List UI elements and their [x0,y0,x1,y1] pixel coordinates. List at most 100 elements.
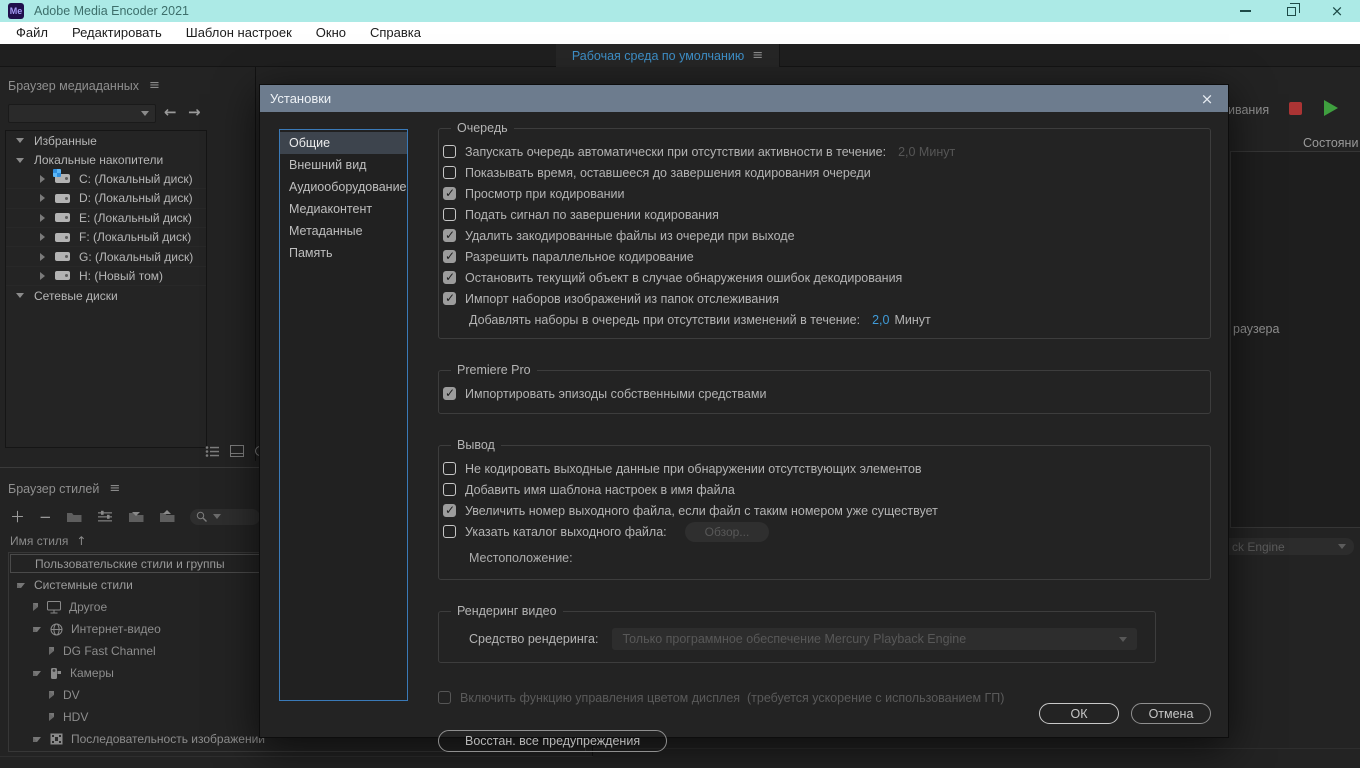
category-memory[interactable]: Память [280,242,407,264]
checkbox[interactable] [443,292,456,305]
stop-queue-button[interactable] [1289,102,1302,115]
app-titlebar: Me Adobe Media Encoder 2021 × [0,0,1360,22]
category-appearance[interactable]: Внешний вид [280,154,407,176]
new-group-icon[interactable] [66,510,83,523]
media-browser-path-dropdown[interactable] [8,104,156,123]
checkbox[interactable] [443,145,456,158]
chevron-right-icon [33,603,38,611]
checkbox[interactable] [443,504,456,517]
category-audio-hardware[interactable]: Аудиооборудование [280,176,407,198]
tree-item-drive-g[interactable]: G: (Локальный диск) [6,247,206,266]
checkbox-row-parallel-encoding[interactable]: Разрешить параллельное кодирование [443,246,1200,267]
checkbox-row-append-preset-name[interactable]: Добавить имя шаблона настроек в имя файл… [443,479,1200,500]
preset-item-label: Последовательность изображений [71,732,265,746]
checkbox[interactable] [443,525,456,538]
checkbox[interactable] [443,187,456,200]
import-preset-icon[interactable] [128,510,145,523]
checkbox-row-preview-while-encoding[interactable]: Просмотр при кодировании [443,183,1200,204]
column-header-label: Имя стиля [10,534,68,548]
remove-preset-icon[interactable]: − [39,508,52,526]
menu-item-edit[interactable]: Редактировать [60,22,174,44]
category-media[interactable]: Медиаконтент [280,198,407,220]
reset-warnings-button[interactable]: Восстан. все предупреждения [438,730,667,752]
checkbox-label: Показывать время, оставшееся до завершен… [465,166,871,180]
checkbox[interactable] [443,483,456,496]
ok-button[interactable]: ОК [1039,703,1119,724]
status-column-header: Состояни [1303,136,1358,150]
renderer-dropdown: Только программное обеспечение Mercury P… [612,628,1137,650]
dialog-close-icon[interactable]: × [1196,90,1218,108]
checkbox[interactable] [443,250,456,263]
preset-search-input[interactable] [190,509,260,525]
chevron-right-icon [49,713,54,721]
tree-item-drive-f[interactable]: F: (Локальный диск) [6,228,206,247]
tree-item-drive-c[interactable]: C: (Локальный диск) [6,170,206,189]
close-button[interactable]: × [1314,0,1360,22]
cancel-button[interactable]: Отмена [1131,703,1211,724]
list-view-icon[interactable] [205,445,220,457]
checkbox-row-specify-output-dir[interactable]: Указать каталог выходного файла: Обзор..… [443,521,1200,542]
preset-name-column-header[interactable]: Имя стиля ↑ [10,534,86,548]
tree-item-local-drives[interactable]: Локальные накопители [6,150,206,169]
watch-delay-value[interactable]: 2,0 [872,313,889,327]
renderer-dropdown-fragment: ck Engine [1228,538,1354,555]
category-general[interactable]: Общие [280,132,407,154]
camera-icon [50,667,62,680]
panel-scrollbar-track[interactable] [0,756,593,757]
tree-item-drive-h[interactable]: H: (Новый том) [6,267,206,286]
menu-item-preset[interactable]: Шаблон настроек [174,22,304,44]
checkbox-row-watch-folder-import[interactable]: Импорт наборов изображений из папок отсл… [443,288,1200,309]
checkbox-row-beep-when-finished[interactable]: Подать сигнал по завершении кодирования [443,204,1200,225]
tree-item-drive-e[interactable]: E: (Локальный диск) [6,209,206,228]
checkbox-row-skip-missing[interactable]: Не кодировать выходные данные при обнару… [443,458,1200,479]
dialog-titlebar[interactable]: Установки × [260,85,1228,112]
chevron-down-icon [141,111,149,116]
chevron-right-icon [49,691,54,699]
idle-minutes-value: 2,0 Минут [898,145,955,159]
checkbox[interactable] [443,229,456,242]
minimize-button[interactable] [1222,0,1268,22]
checkbox-row-autostart[interactable]: Запускать очередь автоматически при отсу… [443,141,1200,162]
renderer-fragment-label: ck Engine [1232,540,1285,554]
preset-item-label: Другое [69,600,107,614]
menu-item-window[interactable]: Окно [304,22,358,44]
restore-button[interactable] [1268,0,1314,22]
premiere-pro-section: Premiere Pro Импортировать эпизоды собст… [438,363,1211,414]
tree-item-drive-d[interactable]: D: (Локальный диск) [6,189,206,208]
tree-item-label: Локальные накопители [34,153,163,167]
tree-item-favorites[interactable]: Избранные [6,131,206,150]
workspace-tab-default[interactable]: Рабочая среда по умолчанию ≡ [556,44,780,67]
watch-delay-label: Добавлять наборы в очередь при отсутстви… [469,313,860,327]
preferences-category-list: Общие Внешний вид Аудиооборудование Меди… [279,129,408,701]
tree-item-network-drives[interactable]: Сетевые диски [6,286,206,305]
checkbox-row-increment-file-number[interactable]: Увеличить номер выходного файла, если фа… [443,500,1200,521]
add-preset-icon[interactable]: ＋ [10,506,25,527]
preset-item-label: Интернет-видео [71,622,161,636]
checkbox[interactable] [443,462,456,475]
checkbox-label: Указать каталог выходного файла: [465,525,667,539]
app-title: Adobe Media Encoder 2021 [34,4,189,18]
workspace-menu-icon[interactable]: ≡ [752,48,763,63]
checkbox-label: Запускать очередь автоматически при отсу… [465,145,886,159]
checkbox[interactable] [443,166,456,179]
checkbox[interactable] [443,271,456,284]
back-arrow-icon[interactable]: ← [164,103,177,121]
start-queue-button[interactable] [1324,100,1338,116]
checkbox-row-show-remaining-time[interactable]: Показывать время, оставшееся до завершен… [443,162,1200,183]
menu-item-help[interactable]: Справка [358,22,433,44]
forward-arrow-icon[interactable]: → [188,103,201,121]
export-preset-icon[interactable] [159,510,176,523]
panel-menu-icon[interactable]: ≡ [109,481,120,496]
checkbox[interactable] [443,387,456,400]
preset-settings-icon[interactable] [97,510,114,523]
checkbox-row-remove-completed[interactable]: Удалить закодированные файлы из очереди … [443,225,1200,246]
category-metadata[interactable]: Метаданные [280,220,407,242]
checkbox[interactable] [443,208,456,221]
panel-menu-icon[interactable]: ≡ [149,78,160,93]
media-browser-tree: Избранные Локальные накопители C: (Локал… [5,130,207,448]
checkbox-row-native-sequence-import[interactable]: Импортировать эпизоды собственными средс… [443,383,1200,404]
checkbox-row-stop-on-decode-errors[interactable]: Остановить текущий объект в случае обнар… [443,267,1200,288]
drive-icon [55,194,70,203]
thumbnail-view-icon[interactable] [230,445,244,457]
menu-item-file[interactable]: Файл [4,22,60,44]
